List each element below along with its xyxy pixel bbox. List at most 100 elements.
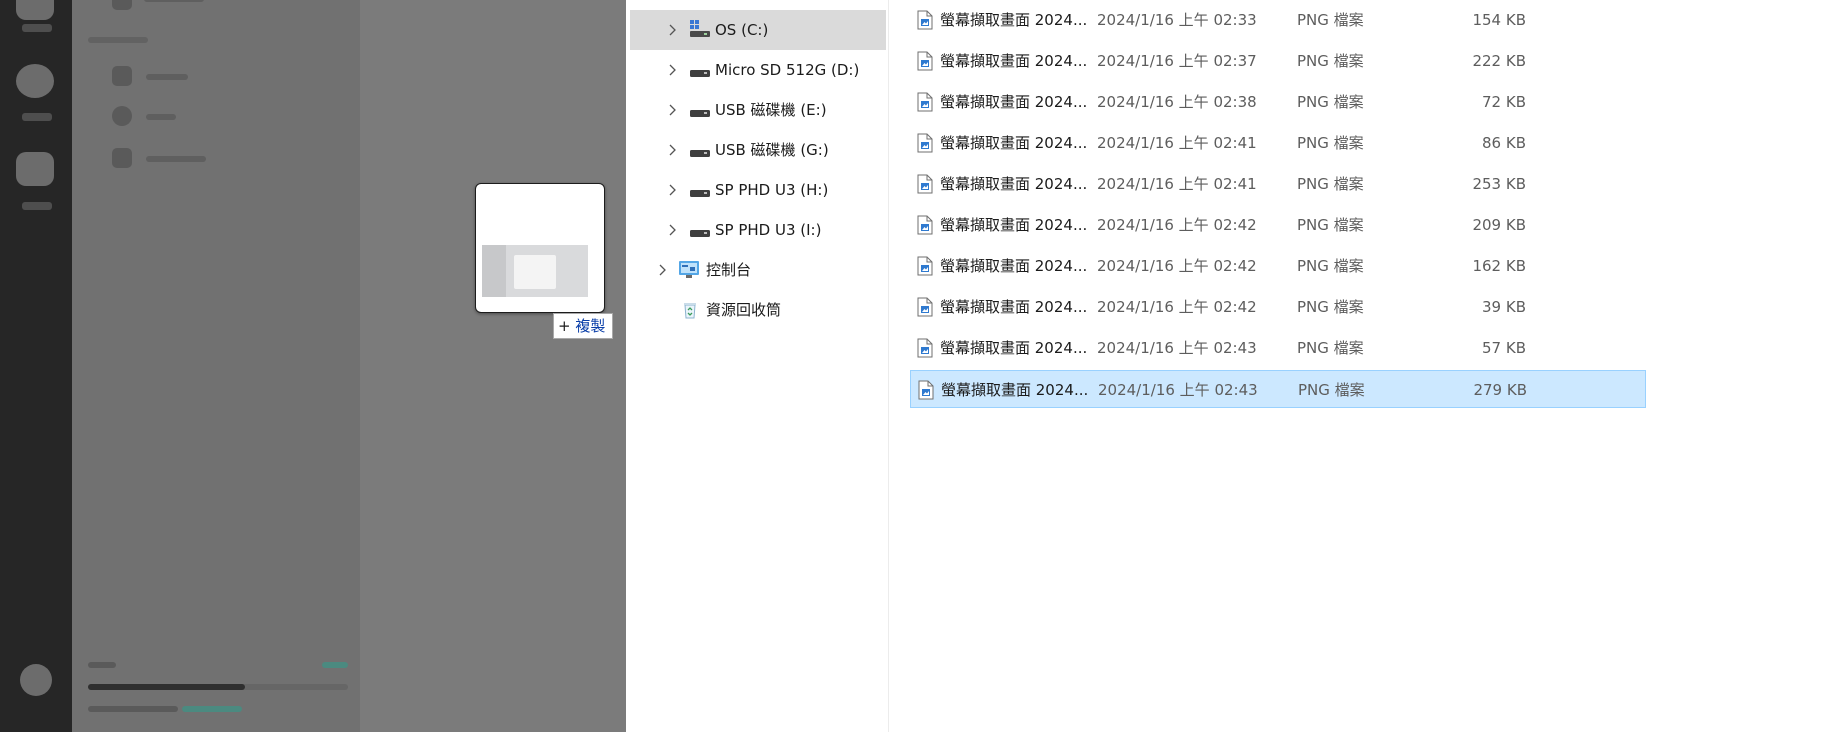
- file-size: 279 KB: [1473, 381, 1527, 399]
- file-name: 螢幕擷取畫面 2024...: [940, 175, 1088, 193]
- app-icon-rail: [0, 0, 72, 732]
- drag-copy-label: 複製: [575, 317, 606, 335]
- png-file-icon: [917, 92, 933, 112]
- faint-item-icon: [112, 0, 132, 10]
- thumbnail-sidebar: [482, 245, 506, 297]
- file-row[interactable]: 螢幕擷取畫面 2024... 2024/1/16 上午 02:42 PNG 檔案 39…: [910, 288, 1646, 326]
- file-type: PNG 檔案: [1297, 257, 1364, 275]
- file-name: 螢幕擷取畫面 2024...: [940, 93, 1088, 111]
- plus-icon: +: [558, 317, 571, 335]
- file-type: PNG 檔案: [1297, 339, 1364, 357]
- drag-preview-thumbnail: [475, 183, 605, 313]
- png-file-icon: [917, 297, 933, 317]
- faint-storage-text: [88, 706, 178, 712]
- faint-storage-link: [322, 662, 348, 668]
- file-size: 209 KB: [1472, 216, 1526, 234]
- file-row[interactable]: 螢幕擷取畫面 2024... 2024/1/16 上午 02:43 PNG 檔案 27…: [910, 370, 1646, 408]
- file-size: 154 KB: [1472, 11, 1526, 29]
- file-type: PNG 檔案: [1297, 175, 1364, 193]
- chevron-right-icon[interactable]: [665, 143, 679, 157]
- chevron-right-icon[interactable]: [665, 223, 679, 237]
- drag-copy-tooltip: + 複製: [553, 313, 614, 339]
- nav-item-label: 控制台: [706, 261, 752, 279]
- file-row[interactable]: 螢幕擷取畫面 2024... 2024/1/16 上午 02:41 PNG 檔案 86…: [910, 124, 1646, 162]
- nav-item-label: SP PHD U3 (H:): [715, 181, 829, 199]
- file-type: PNG 檔案: [1297, 134, 1364, 152]
- chevron-right-icon[interactable]: [665, 23, 679, 37]
- rail-chat-bubbles-label: [22, 202, 52, 210]
- file-row[interactable]: 螢幕擷取畫面 2024... 2024/1/16 上午 02:42 PNG 檔案 20…: [910, 206, 1646, 244]
- nav-item-6[interactable]: 控制台: [630, 250, 886, 290]
- file-size: 39 KB: [1482, 298, 1526, 316]
- file-size: 162 KB: [1472, 257, 1526, 275]
- file-row[interactable]: 螢幕擷取畫面 2024... 2024/1/16 上午 02:41 PNG 檔案 25…: [910, 165, 1646, 203]
- file-date: 2024/1/16 上午 02:42: [1097, 216, 1257, 234]
- drive-icon: [690, 105, 710, 123]
- file-name: 螢幕擷取畫面 2024...: [940, 298, 1088, 316]
- chat-bubbles-icon: [16, 152, 54, 186]
- faint-storage-fill: [88, 684, 245, 690]
- file-row[interactable]: 螢幕擷取畫面 2024... 2024/1/16 上午 02:42 PNG 檔案 16…: [910, 247, 1646, 285]
- file-row[interactable]: 螢幕擷取畫面 2024... 2024/1/16 上午 02:43 PNG 檔案 57…: [910, 329, 1646, 367]
- file-date: 2024/1/16 上午 02:43: [1097, 339, 1257, 357]
- file-date: 2024/1/16 上午 02:33: [1097, 11, 1257, 29]
- file-name: 螢幕擷取畫面 2024...: [940, 52, 1088, 70]
- chevron-right-icon[interactable]: [655, 263, 669, 277]
- png-file-icon: [917, 10, 933, 30]
- file-type: PNG 檔案: [1297, 298, 1364, 316]
- faint-item-label: [146, 114, 176, 120]
- file-size: 253 KB: [1472, 175, 1526, 193]
- file-type: PNG 檔案: [1297, 11, 1364, 29]
- file-type: PNG 檔案: [1298, 381, 1365, 399]
- nav-item-3[interactable]: USB 磁碟機 (G:): [630, 130, 886, 170]
- file-name: 螢幕擷取畫面 2024...: [940, 134, 1088, 152]
- dimmed-content-area: [360, 0, 626, 732]
- file-size: 86 KB: [1482, 134, 1526, 152]
- file-date: 2024/1/16 上午 02:42: [1097, 257, 1257, 275]
- file-name: 螢幕擷取畫面 2024...: [941, 381, 1089, 399]
- png-file-icon: [917, 51, 933, 71]
- file-row[interactable]: 螢幕擷取畫面 2024... 2024/1/16 上午 02:38 PNG 檔案 72…: [910, 83, 1646, 121]
- file-row[interactable]: 螢幕擷取畫面 2024... 2024/1/16 上午 02:33 PNG 檔案 15…: [910, 1, 1646, 39]
- drive-icon: [690, 65, 710, 83]
- file-date: 2024/1/16 上午 02:41: [1097, 175, 1257, 193]
- faint-globe-icon: [112, 106, 132, 126]
- nav-item-label: OS (C:): [715, 21, 769, 39]
- chat-icon: [16, 64, 54, 98]
- nav-item-7[interactable]: 資源回收筒: [630, 290, 886, 330]
- chevron-right-icon[interactable]: [665, 63, 679, 77]
- file-name: 螢幕擷取畫面 2024...: [940, 339, 1088, 357]
- nav-item-4[interactable]: SP PHD U3 (H:): [630, 170, 886, 210]
- faint-folder-icon: [112, 148, 132, 168]
- nav-item-2[interactable]: USB 磁碟機 (E:): [630, 90, 886, 130]
- dimmed-background-app: [0, 0, 626, 732]
- nav-item-label: 資源回收筒: [706, 301, 782, 319]
- nav-item-label: USB 磁碟機 (G:): [715, 141, 829, 159]
- thumbnail-dialog: [514, 255, 556, 289]
- os-drive-icon: [690, 20, 710, 42]
- app-side-panel: [72, 0, 360, 732]
- png-file-icon: [918, 380, 934, 400]
- file-size: 57 KB: [1482, 339, 1526, 357]
- nav-item-1[interactable]: Micro SD 512G (D:): [630, 50, 886, 90]
- chevron-right-icon[interactable]: [665, 183, 679, 197]
- file-row[interactable]: 螢幕擷取畫面 2024... 2024/1/16 上午 02:37 PNG 檔案 22…: [910, 42, 1646, 80]
- faint-item-label: [146, 156, 206, 162]
- faint-storage-amount: [182, 706, 242, 712]
- png-file-icon: [917, 338, 933, 358]
- nav-item-0[interactable]: OS (C:): [630, 10, 886, 50]
- faint-section-heading: [88, 37, 148, 43]
- nav-item-label: USB 磁碟機 (E:): [715, 101, 827, 119]
- thumbnail-image: [482, 245, 588, 297]
- faint-storage-label: [88, 662, 116, 668]
- png-file-icon: [917, 256, 933, 276]
- file-size: 222 KB: [1472, 52, 1526, 70]
- rail-app-icon: [16, 0, 54, 20]
- file-date: 2024/1/16 上午 02:42: [1097, 298, 1257, 316]
- drive-icon: [690, 185, 710, 203]
- faint-item-icon: [112, 66, 132, 86]
- chevron-right-icon[interactable]: [665, 103, 679, 117]
- drive-icon: [690, 145, 710, 163]
- rail-app-label: [22, 24, 52, 32]
- nav-item-5[interactable]: SP PHD U3 (I:): [630, 210, 886, 250]
